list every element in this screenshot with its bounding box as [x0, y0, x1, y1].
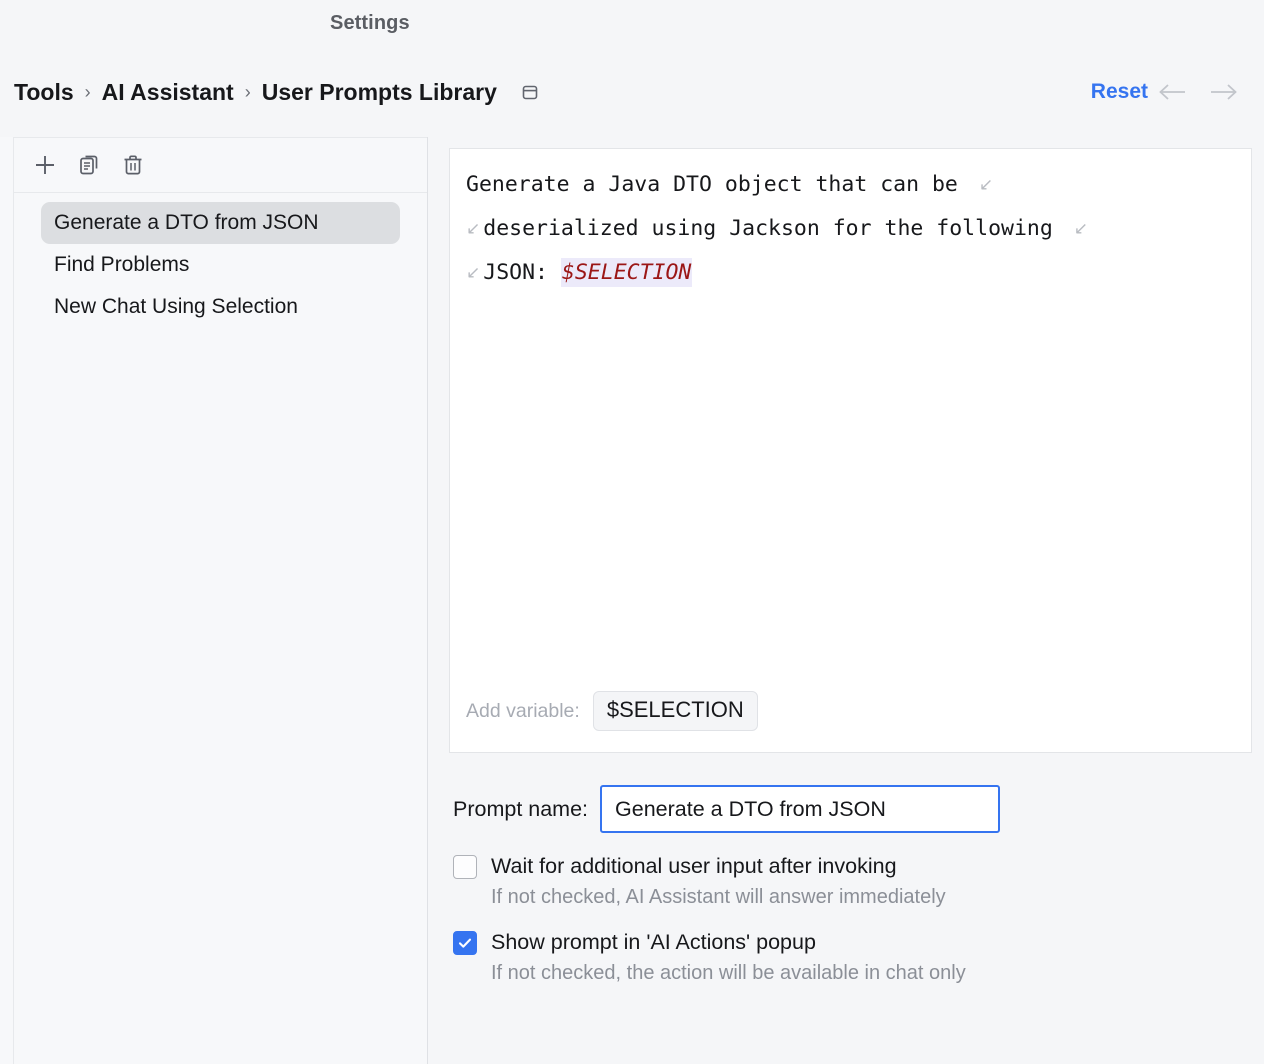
window-title: Settings: [330, 12, 410, 34]
wait-for-input-setting: Wait for additional user input after inv…: [449, 854, 1252, 909]
prompt-text-editor[interactable]: Generate a Java DTO object that can be ↙…: [449, 148, 1252, 753]
prompt-name-input[interactable]: [600, 785, 1001, 833]
prompt-editor-content: Generate a Java DTO object that can be ↙…: [450, 149, 1251, 295]
soft-wrap-arrow-icon: ↙: [466, 219, 481, 239]
insert-selection-variable-button[interactable]: $SELECTION: [592, 691, 758, 731]
prompt-line-text: deserialized using Jackson for the follo…: [483, 216, 1066, 241]
prompt-name-row: Prompt name:: [449, 785, 1252, 833]
wait-for-input-checkbox[interactable]: [453, 854, 477, 879]
add-variable-row: Add variable: $SELECTION: [466, 691, 758, 731]
breadcrumb-item-user-prompts-library: User Prompts Library: [261, 78, 497, 105]
add-prompt-button[interactable]: [28, 148, 62, 182]
reset-button[interactable]: Reset: [1091, 80, 1148, 104]
editor-line: ↙ JSON: $SELECTION: [466, 251, 1241, 295]
breadcrumb-item-tools[interactable]: Tools: [14, 79, 74, 106]
settings-header: Tools › AI Assistant › User Prompts Libr…: [0, 47, 1264, 137]
add-variable-label: Add variable:: [466, 699, 580, 722]
breadcrumb-separator: ›: [244, 81, 251, 102]
list-item-label: Generate a DTO from JSON: [54, 211, 319, 234]
breadcrumb-separator: ›: [84, 81, 91, 102]
show-in-ai-actions-checkbox[interactable]: [453, 930, 477, 955]
soft-wrap-arrow-icon: ↙: [466, 263, 481, 283]
wait-for-input-hint: If not checked, AI Assistant will answer…: [491, 886, 946, 908]
show-in-ai-actions-checkbox-row[interactable]: Show prompt in 'AI Actions' popup: [453, 930, 1252, 955]
breadcrumb-item-ai-assistant[interactable]: AI Assistant: [102, 79, 234, 106]
list-item-label: New Chat Using Selection: [54, 295, 298, 318]
prompt-line-text: JSON:: [483, 260, 561, 285]
header-actions: Reset: [1091, 74, 1248, 110]
copy-icon: [80, 155, 98, 175]
editor-line: Generate a Java DTO object that can be ↙: [466, 163, 1241, 207]
settings-content: Generate a DTO from JSON Find Problems N…: [0, 137, 1264, 1064]
wait-for-input-label: Wait for additional user input after inv…: [491, 854, 897, 878]
prompt-list-panel: Generate a DTO from JSON Find Problems N…: [0, 137, 428, 1064]
list-item-label: Find Problems: [54, 253, 190, 276]
window-titlebar: Settings: [0, 0, 1264, 47]
prompt-line-text: Generate a Java DTO object that can be: [466, 172, 971, 197]
wait-for-input-checkbox-row[interactable]: Wait for additional user input after inv…: [453, 854, 1252, 879]
trash-icon: [124, 155, 142, 175]
selection-variable-token: $SELECTION: [560, 258, 693, 287]
list-item[interactable]: Generate a DTO from JSON: [41, 202, 400, 244]
panel-window-icon[interactable]: [519, 81, 541, 103]
prompt-name-label: Prompt name:: [453, 796, 589, 821]
breadcrumb: Tools › AI Assistant › User Prompts Libr…: [14, 79, 541, 106]
show-in-ai-actions-setting: Show prompt in 'AI Actions' popup If not…: [449, 930, 1252, 985]
duplicate-prompt-button[interactable]: [72, 148, 106, 182]
plus-icon: [36, 156, 54, 174]
show-in-ai-actions-hint: If not checked, the action will be avail…: [491, 962, 966, 984]
prompt-list: Generate a DTO from JSON Find Problems N…: [13, 193, 427, 1064]
checkmark-icon: [458, 938, 472, 948]
soft-wrap-arrow-icon: ↙: [1073, 219, 1088, 239]
editor-line: ↙ deserialized using Jackson for the foll…: [466, 207, 1241, 251]
forward-arrow-icon[interactable]: [1198, 74, 1248, 110]
prompt-list-toolbar: [13, 137, 427, 193]
soft-wrap-arrow-icon: ↙: [978, 175, 994, 195]
show-in-ai-actions-label: Show prompt in 'AI Actions' popup: [491, 930, 816, 954]
list-item[interactable]: New Chat Using Selection: [41, 286, 400, 328]
back-arrow-icon[interactable]: [1148, 74, 1198, 110]
list-item[interactable]: Find Problems: [41, 244, 400, 286]
prompt-detail-pane: Generate a Java DTO object that can be ↙…: [428, 137, 1264, 1064]
delete-prompt-button[interactable]: [116, 148, 150, 182]
